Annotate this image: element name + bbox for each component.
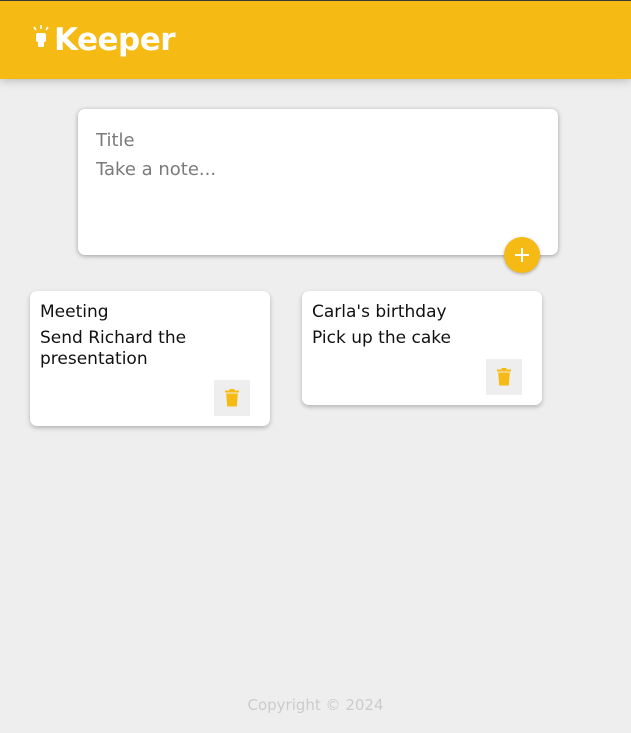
delete-note-button[interactable] [486, 359, 522, 395]
delete-note-button[interactable] [214, 380, 250, 416]
copyright-text: Copyright © 2024 [247, 696, 384, 714]
note-title: Carla's birthday [312, 302, 447, 322]
app-title: Keeper [54, 22, 176, 58]
create-note-form [78, 109, 558, 255]
note-card: Meeting Send Richard the presentation [30, 291, 270, 426]
add-note-button[interactable] [504, 237, 540, 273]
note-title-input[interactable] [96, 125, 540, 155]
footer: Copyright © 2024 [0, 696, 631, 714]
app-header: Keeper [0, 0, 631, 79]
plus-icon [515, 248, 529, 262]
note-content: Pick up the cake [312, 328, 451, 348]
note-title: Meeting [40, 302, 109, 322]
trash-icon [497, 368, 511, 386]
note-card: Carla's birthday Pick up the cake [302, 291, 542, 405]
note-content-input[interactable] [96, 159, 540, 229]
trash-icon [225, 389, 239, 407]
note-content: Send Richard the presentation [40, 328, 192, 369]
lightbulb-icon [33, 25, 49, 47]
